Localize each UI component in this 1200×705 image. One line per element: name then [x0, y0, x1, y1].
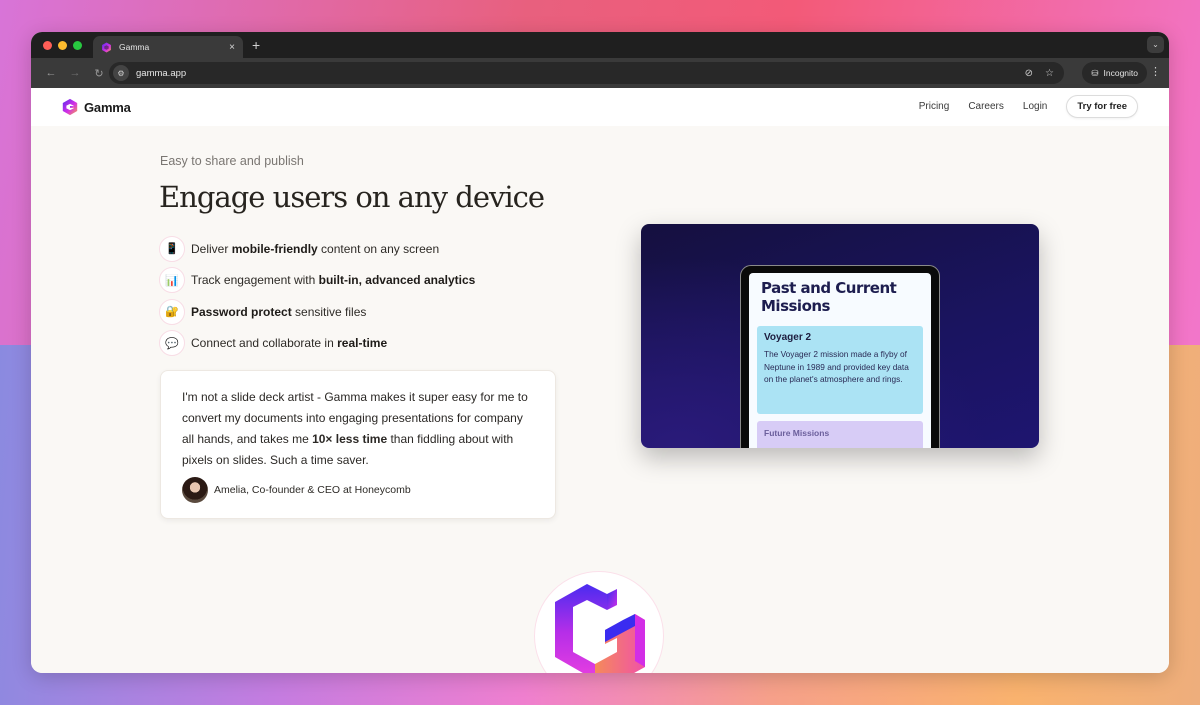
feature-text: content on any screen — [317, 241, 440, 256]
maximize-window-button[interactable] — [73, 41, 82, 50]
tablet-device-frame: Past and Current Missions Voyager 2 The … — [740, 265, 940, 448]
device-screen: Past and Current Missions Voyager 2 The … — [749, 273, 931, 448]
brand-logo[interactable]: Gamma — [61, 98, 131, 116]
slide-card-title: Future Missions — [764, 428, 830, 438]
incognito-badge[interactable]: ⛁ Incognito — [1082, 62, 1147, 84]
mobile-preview-image: Past and Current Missions Voyager 2 The … — [641, 224, 1039, 448]
browser-toolbar: ← → ↻ ⚙ gamma.app ⊘ ☆ ⛁ Incognito ⋮ — [31, 58, 1169, 88]
tab-strip: Gamma × + ⌄ — [31, 32, 1169, 58]
incognito-icon: ⛁ — [1091, 67, 1099, 78]
nav-link-careers[interactable]: Careers — [968, 101, 1004, 112]
bookmark-star-icon[interactable]: ☆ — [1045, 68, 1054, 79]
slide-card-title: Voyager 2 — [764, 332, 812, 343]
nav-link-login[interactable]: Login — [1023, 101, 1047, 112]
back-arrow-icon[interactable]: ← — [39, 67, 63, 79]
close-window-button[interactable] — [43, 41, 52, 50]
gamma-logo-icon — [62, 98, 78, 116]
gamma-logo-icon — [102, 42, 111, 52]
tab-gamma[interactable]: Gamma × — [93, 36, 243, 58]
site-header: Gamma Pricing Careers Login Try for free — [31, 88, 1169, 126]
address-bar[interactable]: ⚙ gamma.app ⊘ ☆ — [109, 62, 1064, 84]
web-page: Gamma Pricing Careers Login Try for free… — [31, 88, 1169, 673]
feature-text-bold: built-in, advanced analytics — [318, 273, 476, 288]
minimize-window-button[interactable] — [58, 41, 67, 50]
browser-menu-icon[interactable]: ⋮ — [1150, 65, 1161, 78]
mobile-phone-icon: 📱 — [159, 235, 185, 262]
reload-icon[interactable]: ↻ — [87, 67, 111, 80]
bar-chart-icon: 📊 — [159, 267, 185, 294]
nav-link-pricing[interactable]: Pricing — [919, 101, 950, 112]
try-for-free-button[interactable]: Try for free — [1066, 95, 1138, 118]
gamma-3d-logo-icon — [555, 584, 645, 673]
feature-text-bold: real-time — [337, 336, 388, 351]
site-nav: Pricing Careers Login Try for free — [919, 95, 1138, 118]
section-eyebrow: Easy to share and publish — [160, 154, 304, 168]
feature-item: 📊 Track engagement with built-in, advanc… — [159, 265, 475, 297]
site-info-icon[interactable]: ⚙ — [113, 65, 129, 81]
tab-title: Gamma — [119, 42, 150, 52]
forward-arrow-icon[interactable]: → — [63, 67, 87, 79]
testimonial-author: Amelia, Co-founder & CEO at Honeycomb — [182, 477, 535, 503]
eye-off-icon[interactable]: ⊘ — [1025, 68, 1033, 79]
feature-text: Deliver — [191, 241, 232, 256]
close-tab-icon[interactable]: × — [229, 42, 235, 53]
feature-text-bold: Password protect — [191, 304, 292, 319]
new-tab-icon[interactable]: + — [252, 37, 260, 53]
feature-item: 💬 Connect and collaborate in real-time — [159, 328, 475, 360]
window-controls — [43, 41, 82, 50]
feature-text: Connect and collaborate in — [191, 336, 338, 351]
quote-text-bold: 10× less time — [312, 432, 388, 446]
avatar — [182, 477, 208, 503]
gamma-logo-badge — [534, 571, 664, 673]
testimonial-card: I'm not a slide deck artist - Gamma make… — [160, 370, 556, 519]
url-text[interactable]: gamma.app — [136, 68, 1019, 79]
author-name: Amelia, Co-founder & CEO at Honeycomb — [214, 484, 411, 496]
feature-item: 🔐 Password protect sensitive files — [159, 296, 475, 328]
tab-search-chevron-icon[interactable]: ⌄ — [1147, 36, 1164, 53]
slide-title: Past and Current Missions — [761, 279, 897, 315]
browser-window: Gamma × + ⌄ ← → ↻ ⚙ gamma.app ⊘ ☆ ⛁ Inco… — [31, 32, 1169, 673]
feature-text-bold: mobile-friendly — [231, 241, 318, 256]
testimonial-quote: I'm not a slide deck artist - Gamma make… — [182, 387, 535, 471]
feature-text: Track engagement with — [191, 273, 319, 288]
slide-card-future: Future Missions — [757, 421, 923, 448]
feature-text: sensitive files — [291, 304, 367, 319]
feature-item: 📱 Deliver mobile-friendly content on any… — [159, 233, 475, 265]
lock-icon: 🔐 — [159, 298, 185, 325]
incognito-label: Incognito — [1103, 68, 1139, 78]
section-headline: Engage users on any device — [159, 180, 545, 214]
slide-card-body: The Voyager 2 mission made a flyby of Ne… — [764, 349, 909, 384]
feature-list: 📱 Deliver mobile-friendly content on any… — [159, 233, 475, 359]
speech-bubble-icon: 💬 — [159, 330, 185, 357]
slide-card-voyager: Voyager 2 The Voyager 2 mission made a f… — [757, 326, 923, 414]
brand-name: Gamma — [84, 99, 131, 115]
